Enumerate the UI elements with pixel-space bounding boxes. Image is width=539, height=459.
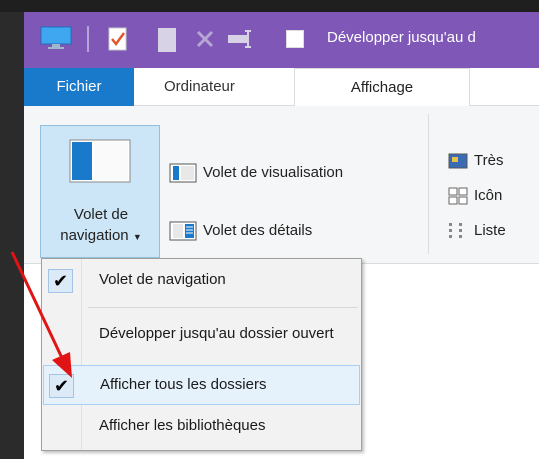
layout-label-0: Très <box>474 152 504 169</box>
menu-item-label: Volet de navigation <box>99 271 226 288</box>
layout-extra-large-icons[interactable]: Très <box>448 152 503 169</box>
navigation-pane-label: Volet de navigation ▼ <box>41 204 161 248</box>
layout-label-2: Liste <box>474 222 506 239</box>
menu-item-afficher-bibliotheques[interactable]: Afficher les bibliothèques <box>43 407 360 447</box>
details-pane-button[interactable]: Volet des détails <box>169 221 312 241</box>
rename-icon[interactable] <box>226 29 254 49</box>
checkmark-icon: ✔ <box>48 269 73 293</box>
properties-icon[interactable] <box>108 27 128 51</box>
title-bar: Développer jusqu'au d <box>24 12 539 68</box>
nav-label-line2: navigation <box>60 227 129 244</box>
menu-item-afficher-tous-dossiers[interactable]: ✔ Afficher tous les dossiers <box>43 365 360 405</box>
menu-item-developper-dossier[interactable]: Développer jusqu'au dossier ouvert <box>43 315 360 355</box>
window-title: Développer jusqu'au d <box>327 29 476 46</box>
preview-pane-icon <box>169 163 197 183</box>
ribbon-group-divider <box>428 114 429 254</box>
screenshot: Développer jusqu'au d Fichier Ordinateur… <box>0 0 539 459</box>
layout-list[interactable]: Liste <box>448 222 506 240</box>
medium-icons-icon <box>448 187 468 205</box>
layout-label-1: Icôn <box>474 187 503 204</box>
checkmark-icon: ✔ <box>49 374 74 398</box>
ribbon-tabs: Fichier Ordinateur Affichage <box>24 68 539 107</box>
explorer-window: Développer jusqu'au d Fichier Ordinateur… <box>24 12 539 459</box>
tab-ordinateur[interactable]: Ordinateur <box>150 68 249 106</box>
tab-affichage[interactable]: Affichage <box>294 68 470 107</box>
menu-item-label: Afficher les bibliothèques <box>99 417 266 434</box>
ribbon-panel: Volet de navigation ▼ Volet de visualisa… <box>24 106 539 264</box>
tab-fichier[interactable]: Fichier <box>24 68 134 106</box>
dropdown-arrow-icon: ▼ <box>132 232 142 242</box>
nav-label-line1: Volet de <box>73 206 129 223</box>
menu-item-label: Afficher tous les dossiers <box>100 376 267 393</box>
menu-item-volet-navigation[interactable]: ✔ Volet de navigation <box>43 261 360 301</box>
layout-icons[interactable]: Icôn <box>448 187 502 205</box>
delete-icon[interactable] <box>195 29 215 49</box>
menu-separator <box>88 307 358 308</box>
new-folder-icon[interactable] <box>157 27 179 53</box>
large-icons-icon <box>448 153 468 169</box>
menu-item-label: Développer jusqu'au dossier ouvert <box>99 325 334 342</box>
navigation-pane-button[interactable]: Volet de navigation ▼ <box>40 125 160 258</box>
navigation-pane-dropdown-menu: ✔ Volet de navigation Développer jusqu'a… <box>41 258 362 451</box>
computer-icon <box>40 26 72 49</box>
list-icon <box>449 223 462 239</box>
navigation-pane-icon <box>69 139 131 183</box>
toolbar-separator <box>87 26 89 52</box>
checkbox-icon[interactable] <box>286 30 304 48</box>
details-pane-label: Volet des détails <box>203 221 313 239</box>
details-pane-icon <box>169 221 197 241</box>
preview-pane-button[interactable]: Volet de visualisation <box>169 163 343 183</box>
preview-pane-label: Volet de visualisation <box>203 163 344 181</box>
top-dark-bar <box>0 0 539 12</box>
